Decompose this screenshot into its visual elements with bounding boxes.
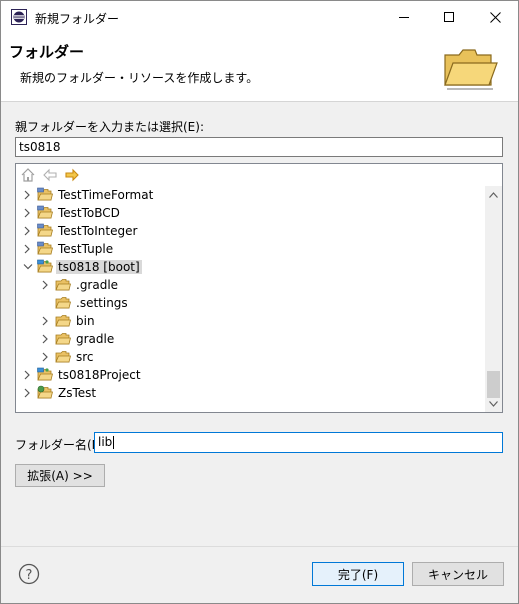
scroll-down-button[interactable] [485, 395, 502, 412]
tree-item-label: .gradle [76, 278, 119, 292]
tree-item[interactable]: TestTimeFormat [21, 186, 155, 204]
folder-icon [55, 333, 71, 345]
tree-item-label: TestToInteger [58, 224, 138, 238]
scroll-up-button[interactable] [485, 186, 502, 203]
tree-item-label: TestToBCD [58, 206, 120, 220]
tree-item[interactable]: ZsTest [21, 384, 98, 402]
window-title: 新規フォルダー [35, 12, 120, 26]
advanced-button[interactable]: 拡張(A) >> [15, 464, 105, 487]
parent-folder-input[interactable]: ts0818 [15, 137, 503, 157]
tree-item[interactable]: TestTuple [21, 240, 115, 258]
tree-item-label: ts0818Project [58, 368, 141, 382]
parent-folder-label: 親フォルダーを入力または選択(E): [15, 120, 204, 134]
tree-item[interactable]: TestToInteger [21, 222, 139, 240]
chevron-right-icon[interactable] [21, 366, 35, 384]
open-folder-icon [444, 49, 498, 90]
tree-item[interactable]: gradle [39, 330, 116, 348]
chevron-right-icon[interactable] [39, 312, 53, 330]
home-icon[interactable] [20, 167, 36, 183]
folder-name-input[interactable]: lib [94, 432, 503, 453]
title-bar[interactable]: 新規フォルダー [1, 1, 518, 33]
folder-name-value: lib [98, 435, 113, 449]
tree-item-label: bin [76, 314, 95, 328]
chevron-right-icon[interactable] [39, 330, 53, 348]
maximize-icon [444, 12, 454, 22]
back-arrow-icon[interactable] [42, 167, 58, 183]
page-title: フォルダー [9, 43, 85, 61]
tree-item-label: ZsTest [58, 386, 97, 400]
tree-item[interactable]: bin [39, 312, 97, 330]
folder-icon [55, 315, 71, 327]
tree-item-label: .settings [76, 296, 128, 310]
minimize-button[interactable] [381, 1, 427, 33]
chevron-right-icon[interactable] [21, 222, 35, 240]
tree-item-label: ts0818 [boot] [56, 260, 142, 274]
forward-arrow-icon[interactable] [64, 167, 80, 183]
dialog-window: 新規フォルダー フォルダー 新規のフォルダー・リソースを作成します。 親フォルダ… [0, 0, 519, 604]
folder-icon [55, 279, 71, 291]
minimize-icon [399, 17, 409, 18]
close-icon [489, 11, 501, 23]
project-icon [37, 223, 53, 237]
chevron-right-icon[interactable] [21, 186, 35, 204]
eclipse-app-icon [11, 9, 27, 25]
header-divider [1, 101, 518, 102]
chevron-right-icon[interactable] [39, 348, 53, 366]
chevron-down-icon[interactable] [21, 258, 35, 276]
help-icon[interactable]: ? [18, 563, 40, 585]
tree-item[interactable]: .gradle [39, 276, 120, 294]
project-icon [37, 187, 53, 201]
tree-item-label: TestTimeFormat [58, 188, 154, 202]
cancel-button[interactable]: キャンセル [412, 562, 504, 586]
tree-toolbar [16, 164, 502, 186]
close-button[interactable] [472, 1, 518, 33]
tree-item-label: gradle [76, 332, 115, 346]
project-icon [37, 205, 53, 219]
chevron-right-icon[interactable] [39, 276, 53, 294]
text-caret [113, 436, 115, 449]
chevron-right-icon[interactable] [21, 204, 35, 222]
tree-item[interactable]: .settings [39, 294, 130, 312]
scroll-thumb[interactable] [487, 371, 500, 398]
chevron-up-icon [489, 191, 498, 198]
footer-divider [1, 546, 518, 547]
folder-icon [55, 297, 71, 309]
tree-vertical-scrollbar[interactable] [485, 186, 502, 412]
tree-item[interactable]: TestToBCD [21, 204, 122, 222]
folder-icon [55, 351, 71, 363]
chevron-right-icon[interactable] [21, 384, 35, 402]
tree-item[interactable]: ts0818 [boot] [21, 258, 142, 276]
finish-button[interactable]: 完了(F) [312, 562, 404, 586]
gradle-project-icon [37, 367, 53, 381]
tree-item-label: TestTuple [58, 242, 114, 256]
java-project-icon [37, 385, 53, 399]
page-description: 新規のフォルダー・リソースを作成します。 [20, 71, 259, 85]
tree-item[interactable]: src [39, 348, 96, 366]
chevron-right-icon[interactable] [21, 240, 35, 258]
project-icon [37, 241, 53, 255]
gradle-project-icon [37, 259, 53, 273]
tree-item-label: src [76, 350, 94, 364]
wizard-header: フォルダー 新規のフォルダー・リソースを作成します。 [1, 33, 518, 101]
maximize-button[interactable] [426, 1, 472, 33]
folder-tree[interactable]: TestTimeFormat TestToBCD TestToInteger Test… [15, 163, 503, 413]
svg-text:?: ? [26, 568, 33, 583]
chevron-down-icon [489, 400, 498, 407]
tree-item[interactable]: ts0818Project [21, 366, 143, 384]
